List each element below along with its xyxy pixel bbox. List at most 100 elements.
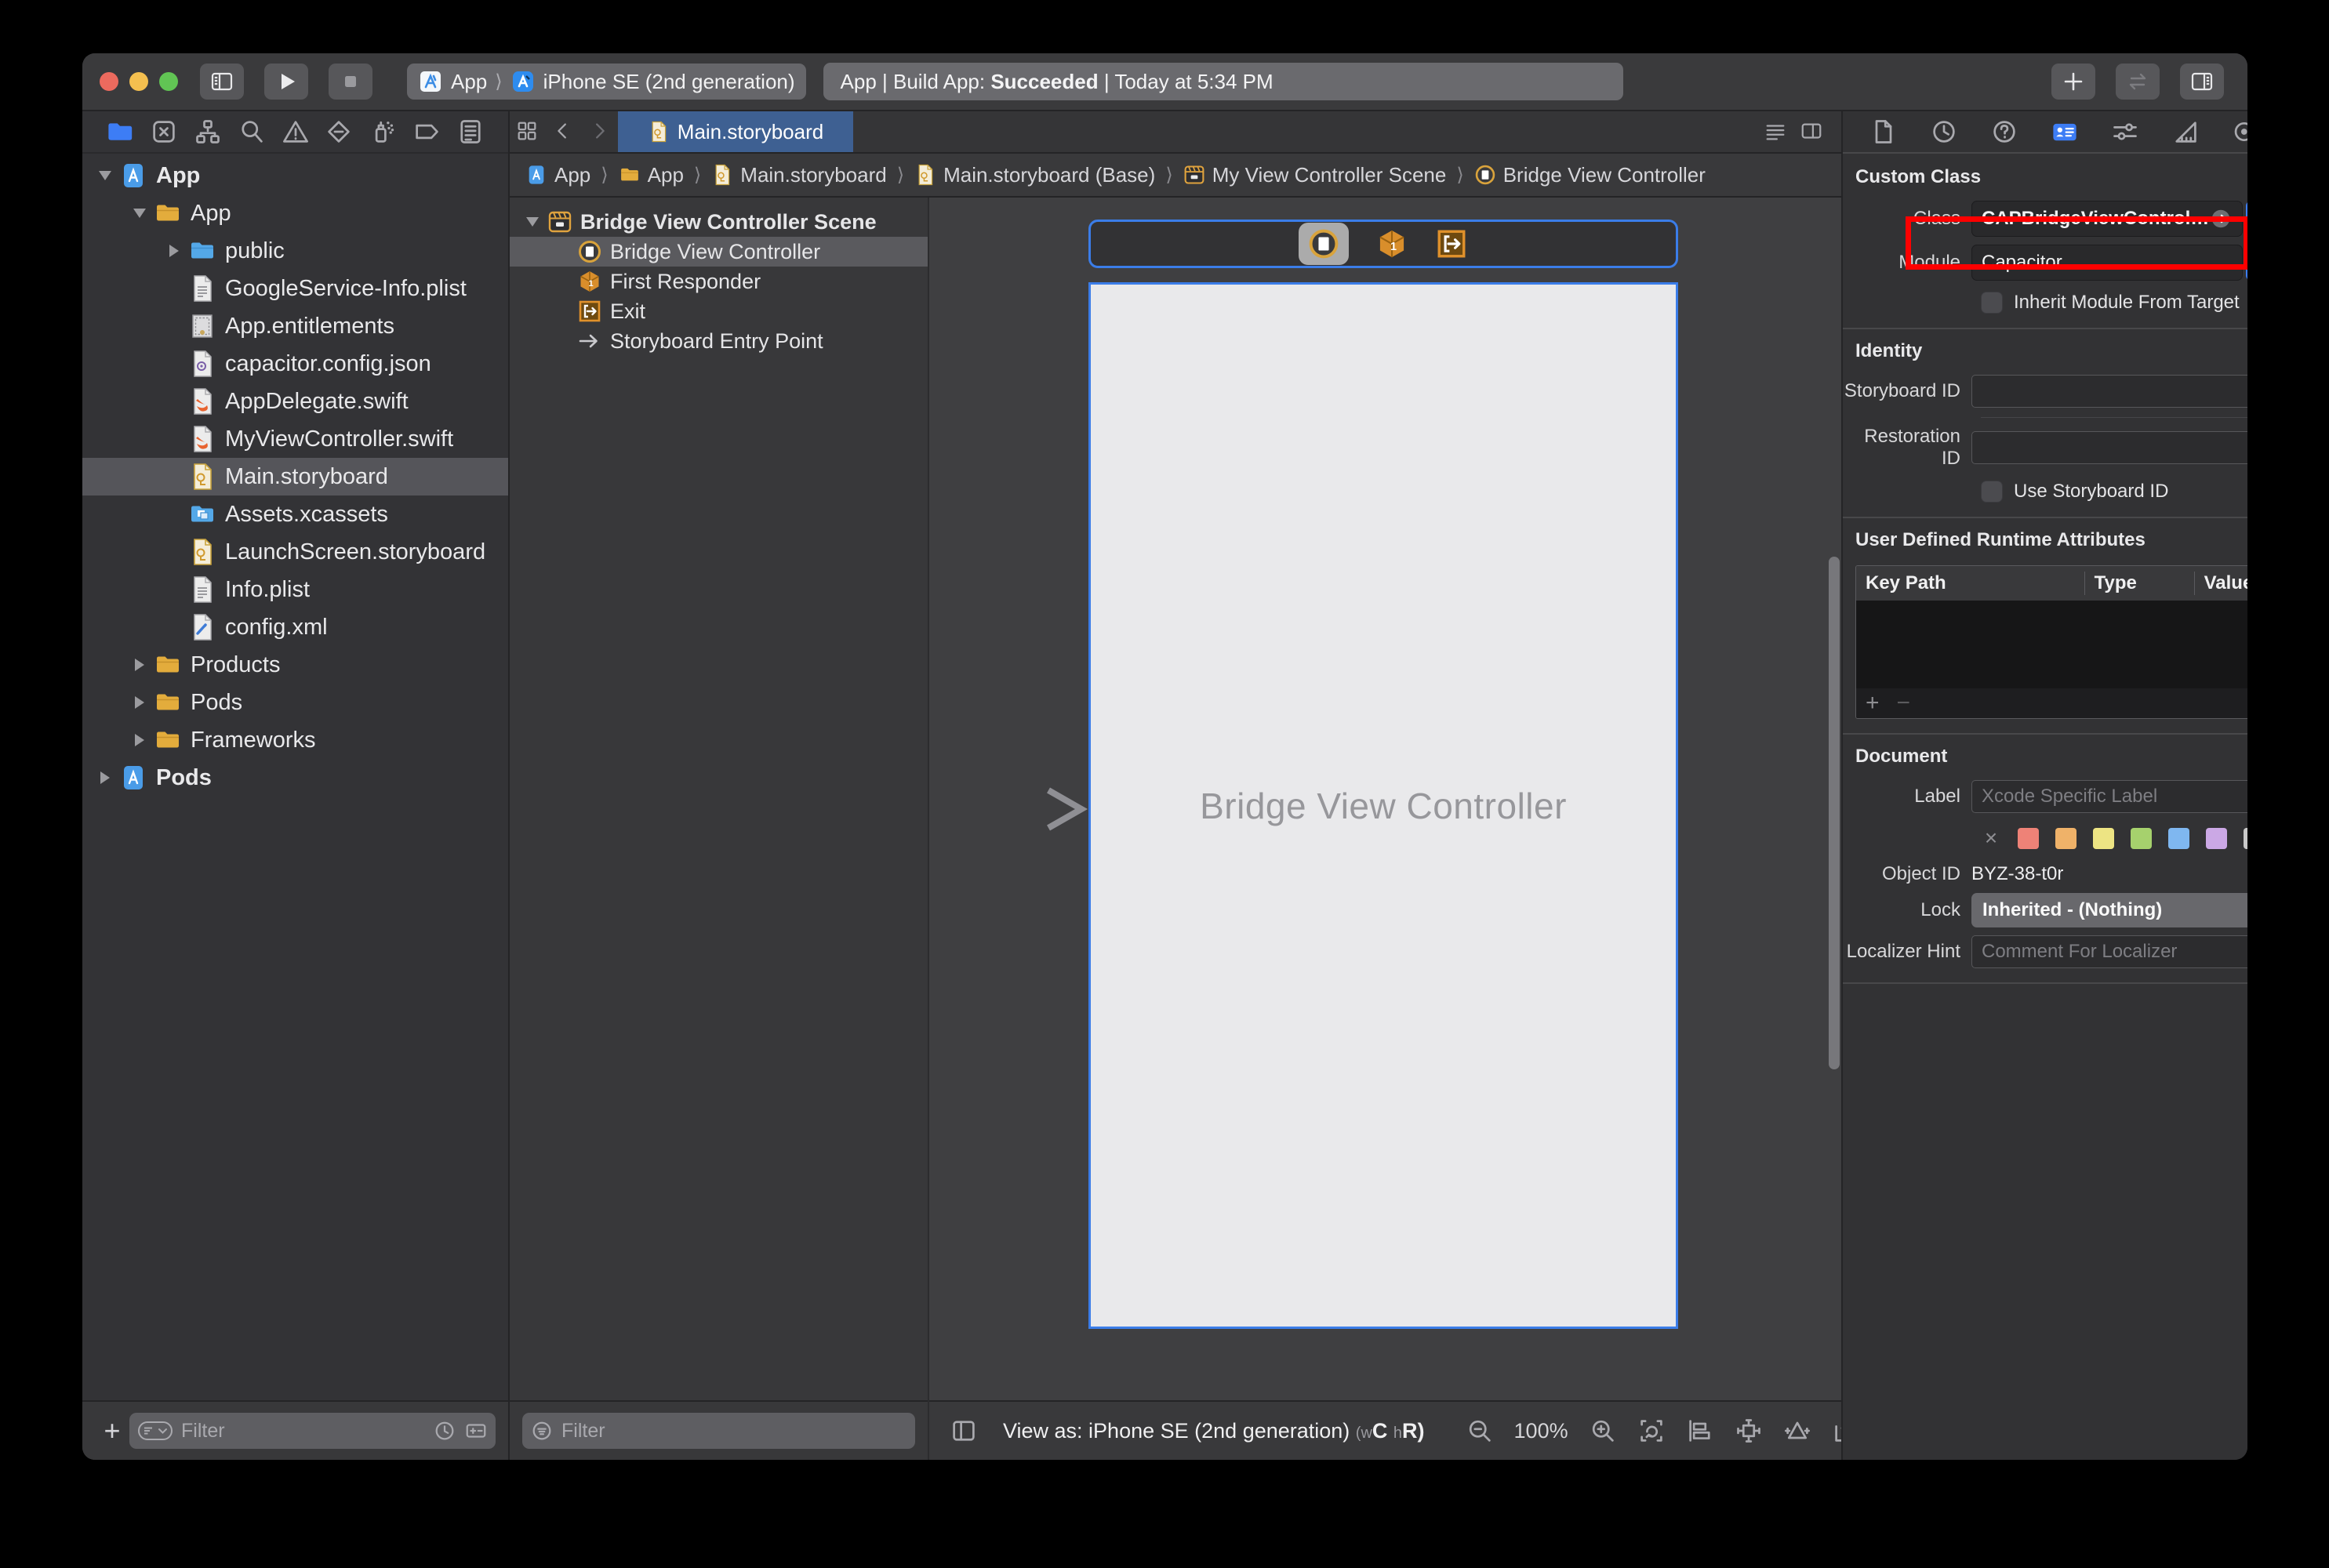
breadcrumb-app[interactable]: App [619,163,684,187]
zoom-in-icon[interactable] [1589,1417,1617,1445]
breadcrumb-main-storyboard-base[interactable]: Main.storyboard (Base) [914,163,1155,187]
navigator-tab-issues-icon[interactable] [282,118,310,146]
zoom-out-icon[interactable] [1466,1417,1494,1445]
device-bar-toggle-icon[interactable] [950,1417,978,1445]
view-as-control[interactable]: View as: iPhone SE (2nd generation) (wC … [1003,1419,1425,1443]
use-storyboard-id-checkbox[interactable] [1981,481,2003,503]
inspector-tab-connections-icon[interactable] [2232,118,2247,146]
file-row-frameworks[interactable]: Frameworks [82,721,508,759]
file-row-myviewcontroller-swift[interactable]: MyViewController.swift [82,420,508,458]
disclosure-open-icon[interactable] [93,164,117,187]
library-add-button[interactable] [2051,64,2095,100]
file-row-info-plist[interactable]: Info.plist [82,571,508,608]
disclosure-closed-icon[interactable] [128,691,151,714]
swatch-6[interactable] [2244,828,2247,849]
navigator-tab-source-control-icon[interactable] [150,118,178,146]
file-row-app-entitlements[interactable]: App.entitlements [82,307,508,345]
file-row-app[interactable]: App [82,194,508,232]
file-row-products[interactable]: Products [82,646,508,684]
activity-status[interactable]: App | Build App: Succeeded | Today at 5:… [823,63,1623,100]
outline-row-storyboard-entry-point[interactable]: Storyboard Entry Point [510,326,928,356]
navigator-tab-debug-icon[interactable] [369,118,397,146]
close-window-button[interactable] [100,72,118,91]
navigator-tab-tests-icon[interactable] [325,118,353,146]
file-row-config-xml[interactable]: config.xml [82,608,508,646]
file-row-pods[interactable]: Pods [82,684,508,721]
inspector-tab-file-icon[interactable] [1869,118,1898,146]
disclosure-closed-icon[interactable] [93,766,117,789]
swatch-none[interactable]: × [1981,826,2001,851]
view-controller-view[interactable]: Bridge View Controller [1088,282,1678,1329]
back-button[interactable] [546,111,582,152]
restoration-id-input[interactable] [1971,431,2247,464]
swatch-4[interactable] [2168,828,2189,849]
inspector-tab-history-icon[interactable] [1930,118,1958,146]
disclosure-closed-icon[interactable] [162,239,186,263]
navigator-tab-symbols-icon[interactable] [194,118,222,146]
lock-popup[interactable]: Inherited - (Nothing) [1971,893,2247,927]
related-items-button[interactable] [510,111,546,152]
remove-attribute-button[interactable]: − [1897,690,1911,717]
storyboard-entry-point-arrow[interactable] [932,784,1089,834]
canvas-vertical-scrollbar[interactable] [1829,557,1840,1069]
device-orientation-icon[interactable] [1637,1417,1666,1445]
inspector-tab-attributes-icon[interactable] [2111,118,2139,146]
forward-button[interactable] [582,111,618,152]
file-row-assets-xcassets[interactable]: Assets.xcassets [82,495,508,533]
navigator-tab-reports-icon[interactable] [456,118,485,146]
canvas-surface[interactable]: 1 Bridge View Controller [929,198,1880,1400]
tab-main-storyboard[interactable]: Main.storyboard [618,111,853,152]
recent-files-clock-icon[interactable] [433,1419,456,1443]
breadcrumb-bridge-view-controller[interactable]: Bridge View Controller [1474,163,1706,187]
zoom-window-button[interactable] [159,72,178,91]
first-responder-icon[interactable]: 1 [1375,227,1408,260]
storyboard-id-input[interactable] [1971,375,2247,408]
file-row-app[interactable]: App [82,157,508,194]
outline-row-exit[interactable]: Exit [510,296,928,326]
runtime-attributes-table-body[interactable] [1856,601,2247,688]
file-row-pods[interactable]: Pods [82,759,508,797]
inspector-tab-identity-icon[interactable] [2051,118,2079,146]
disclosure-closed-icon[interactable] [128,728,151,752]
file-row-main-storyboard[interactable]: Main.storyboard [82,458,508,495]
breadcrumb-app[interactable]: App [525,163,590,187]
disclosure-open-icon[interactable] [128,201,151,225]
file-row-launchscreen-storyboard[interactable]: LaunchScreen.storyboard [82,533,508,571]
outline-row-first-responder[interactable]: 1First Responder [510,267,928,296]
inspector-toggle-button[interactable] [2180,64,2224,100]
file-row-public[interactable]: public [82,232,508,270]
split-editor-button[interactable] [1794,111,1830,152]
add-constraints-icon[interactable] [1735,1417,1763,1445]
disclosure-closed-icon[interactable] [128,653,151,677]
inherit-module-checkbox[interactable] [1981,292,2003,314]
dock-view-controller[interactable] [1299,223,1349,265]
swatch-0[interactable] [2018,828,2039,849]
file-row-appdelegate-swift[interactable]: AppDelegate.swift [82,383,508,420]
swatch-2[interactable] [2093,828,2114,849]
navigator-toggle-button[interactable] [200,64,244,100]
zoom-level[interactable]: 100% [1514,1419,1568,1443]
swatch-3[interactable] [2131,828,2152,849]
code-review-button[interactable] [2116,64,2160,100]
file-row-googleservice-info-plist[interactable]: GoogleService-Info.plist [82,270,508,307]
navigator-tab-breakpoints-icon[interactable] [412,118,441,146]
inspector-tab-help-icon[interactable] [1990,118,2018,146]
swatch-1[interactable] [2055,828,2076,849]
file-row-capacitor-config-json[interactable]: capacitor.config.json [82,345,508,383]
scheme-selector[interactable]: App ⟩ iPhone SE (2nd generation) [407,64,806,100]
disclosure-open-icon[interactable] [521,210,544,234]
exit-icon[interactable] [1435,227,1468,260]
run-button[interactable] [264,64,308,100]
adjust-editor-button[interactable] [1758,111,1794,152]
source-control-status-icon[interactable] [464,1419,488,1443]
minimize-window-button[interactable] [129,72,148,91]
breadcrumb-main-storyboard[interactable]: Main.storyboard [711,163,886,187]
filter-pill-icon[interactable] [137,1419,173,1443]
stop-button[interactable] [329,64,372,100]
localizer-hint-input[interactable] [1971,935,2247,968]
document-label-input[interactable] [1971,780,2247,813]
swatch-5[interactable] [2206,828,2227,849]
resolve-autolayout-icon[interactable] [1783,1417,1811,1445]
navigator-tab-project-icon[interactable] [106,118,134,146]
add-attribute-button[interactable]: + [1866,690,1880,717]
